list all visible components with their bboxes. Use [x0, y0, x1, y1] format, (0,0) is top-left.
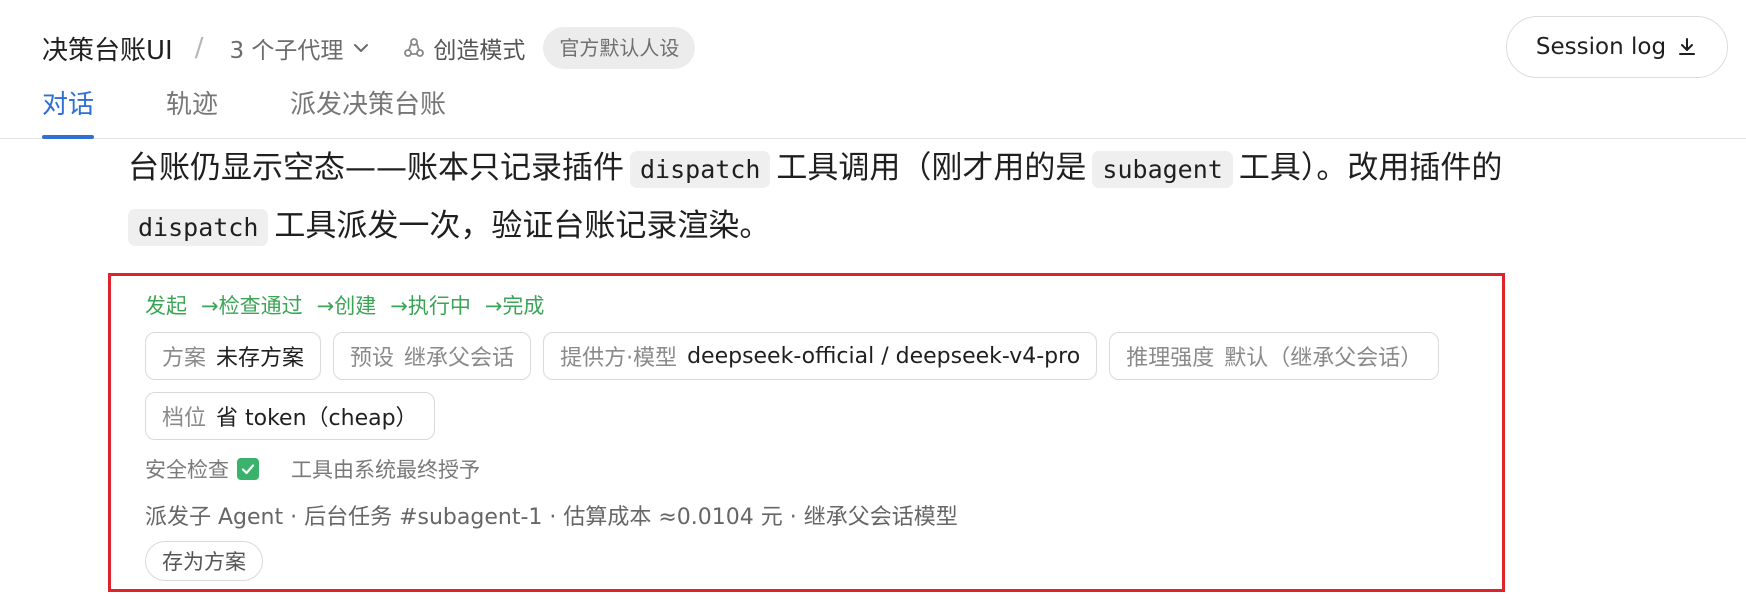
mode-indicator[interactable]: 创造模式 — [401, 31, 525, 65]
flow-step: →创建 — [316, 294, 377, 318]
tab-bar: 对话 轨迹 派发决策台账 — [42, 82, 518, 139]
flow-step: →执行中 — [390, 294, 471, 318]
security-label: 安全检查 — [145, 458, 229, 482]
inline-code: dispatch — [630, 151, 771, 188]
chip-value: 默认（继承父会话） — [1224, 346, 1423, 371]
flow-step: →完成 — [484, 294, 545, 318]
message-text: 工具）。改用插件的 — [1238, 150, 1503, 186]
chip-key: 提供方·模型 — [560, 346, 678, 371]
persona-badge[interactable]: 官方默认人设 — [543, 27, 696, 69]
mode-label: 创造模式 — [433, 38, 526, 64]
check-icon — [237, 458, 259, 480]
chip-reasoning: 推理强度 默认（继承父会话） — [1109, 332, 1440, 380]
tab-dispatch-ledger[interactable]: 派发决策台账 — [290, 82, 446, 139]
chevron-down-icon — [351, 38, 371, 58]
recycle-icon — [404, 38, 425, 57]
app-header: 决策台账UI / 3 个子代理 创造模式 官方默认人设 Session log … — [0, 0, 1746, 139]
security-check: 安全检查 工具由系统最终授予 — [145, 454, 480, 484]
inline-code: subagent — [1092, 151, 1233, 188]
chip-tier: 档位 省 token（cheap） — [145, 392, 435, 440]
agents-dropdown-label: 3 个子代理 — [229, 38, 344, 64]
ledger-chips: 方案 未存方案 预设 继承父会话 提供方·模型 deepseek-officia… — [145, 332, 1485, 452]
session-log-button[interactable]: Session log — [1506, 16, 1728, 78]
message-text: 工具派发一次，验证台账记录渲染。 — [274, 208, 771, 244]
chip-value: deepseek-official / deepseek-v4-pro — [687, 343, 1081, 369]
title-separator: / — [194, 33, 204, 63]
tool-grant-note: 工具由系统最终授予 — [291, 458, 480, 482]
save-plan-button[interactable]: 存为方案 — [145, 541, 263, 581]
chip-value: 继承父会话 — [404, 346, 515, 371]
app-title: 决策台账UI — [42, 35, 173, 66]
chip-plan: 方案 未存方案 — [145, 332, 322, 380]
message-text: 工具调用（刚才用的是 — [776, 150, 1087, 186]
tab-chat[interactable]: 对话 — [42, 82, 95, 139]
flow-step: →检查通过 — [201, 294, 303, 318]
agents-dropdown[interactable]: 3 个子代理 — [229, 31, 371, 65]
session-log-label: Session log — [1535, 34, 1667, 60]
inline-code: dispatch — [128, 209, 269, 246]
chip-key: 推理强度 — [1126, 346, 1215, 371]
title-bar: 决策台账UI / 3 个子代理 创造模式 官方默认人设 — [42, 22, 696, 74]
dispatch-info: 派发子 Agent · 后台任务 #subagent-1 · 估算成本 ≈0.0… — [145, 505, 958, 530]
chip-key: 方案 — [162, 346, 207, 371]
assistant-message: 台账仍显示空态——账本只记录插件 dispatch 工具调用（刚才用的是 subage… — [128, 140, 1608, 256]
chip-value: 省 token（cheap） — [216, 406, 418, 431]
chip-provider-model: 提供方·模型 deepseek-official / deepseek-v4-p… — [543, 332, 1098, 380]
chip-key: 预设 — [350, 346, 395, 371]
download-icon — [1679, 38, 1696, 55]
chip-value: 未存方案 — [216, 346, 305, 371]
dispatch-flow: 发起 →检查通过 →创建 →执行中 →完成 — [145, 290, 558, 320]
flow-step: 发起 — [145, 294, 187, 318]
tab-trajectory[interactable]: 轨迹 — [166, 82, 218, 139]
message-text: 台账仍显示空态——账本只记录插件 — [128, 150, 624, 186]
chip-key: 档位 — [162, 406, 207, 431]
dispatch-ledger-card: 发起 →检查通过 →创建 →执行中 →完成 方案 未存方案 预设 继承父会话 提… — [108, 273, 1505, 592]
chip-preset: 预设 继承父会话 — [333, 332, 532, 380]
